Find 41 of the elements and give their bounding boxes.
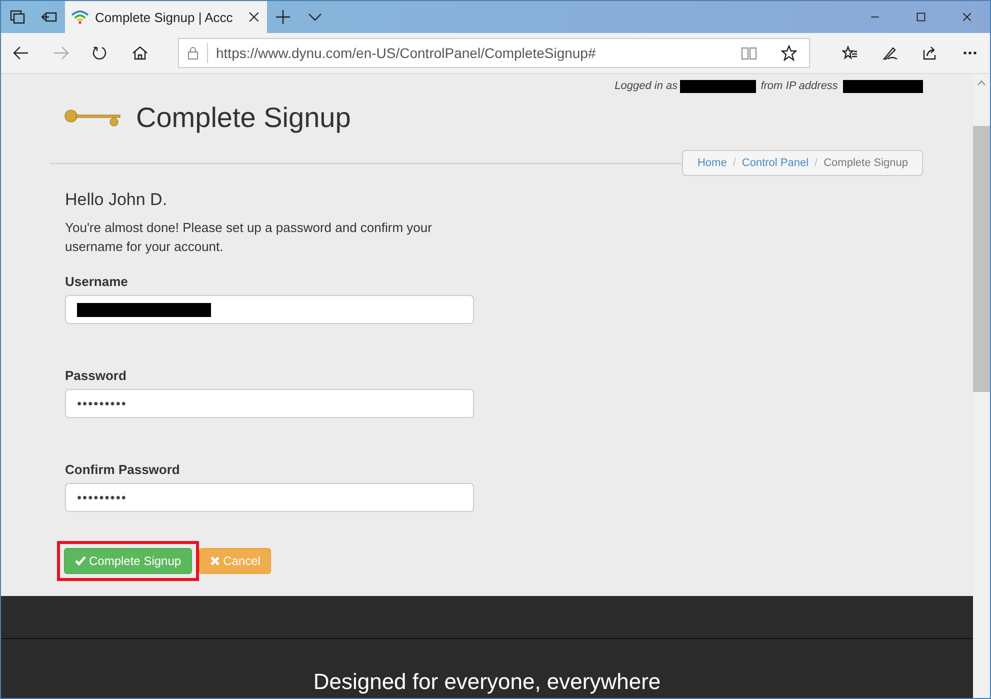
scroll-thumb[interactable] xyxy=(973,126,990,392)
maximize-icon[interactable] xyxy=(915,11,927,23)
intro-text: You're almost done! Please set up a password and confirm your username for your account. xyxy=(65,219,433,256)
scrollbar[interactable] xyxy=(973,74,990,698)
close-icon xyxy=(210,556,220,566)
field-label: Password xyxy=(65,368,128,383)
share-icon[interactable] xyxy=(922,45,938,61)
breadcrumb-current: Complete Signup xyxy=(824,157,908,169)
wifi-icon xyxy=(71,10,89,24)
masked-value: ••••••••• xyxy=(77,490,127,505)
home-icon[interactable] xyxy=(132,45,148,61)
login-notice: from IP address xyxy=(760,80,839,92)
input-field[interactable]: ••••••••• xyxy=(65,483,474,512)
tabs-icon[interactable] xyxy=(9,9,25,25)
key-icon xyxy=(64,108,122,128)
lock-icon xyxy=(187,46,199,60)
close-icon[interactable] xyxy=(247,10,261,24)
browser-tab[interactable]: Complete Signup | Accc xyxy=(65,1,267,33)
address-bar[interactable]: https://www.dynu.com/en-US/ControlPanel/CompleteSignup# xyxy=(178,38,810,68)
star-icon[interactable] xyxy=(781,45,797,61)
field-label: Username xyxy=(65,274,129,289)
breadcrumb-separator: / xyxy=(732,157,736,169)
scroll-up-icon[interactable] xyxy=(977,80,986,86)
favorites-icon[interactable] xyxy=(842,45,858,61)
plus-icon[interactable] xyxy=(275,9,291,25)
input-field[interactable] xyxy=(65,295,474,324)
reading-view-icon[interactable] xyxy=(741,45,757,61)
back-icon[interactable] xyxy=(12,45,29,61)
checkmark-icon xyxy=(75,556,86,566)
field-label: Confirm Password xyxy=(65,462,181,477)
greeting: Hello John D. xyxy=(65,190,168,210)
url-text: https://www.dynu.com/en-US/ControlPanel/CompleteSignup# xyxy=(215,45,597,61)
page-title: Complete Signup xyxy=(136,102,351,134)
refresh-icon[interactable] xyxy=(92,45,108,61)
masked-value: ••••••••• xyxy=(77,396,127,411)
login-notice: Logged in as xyxy=(614,80,678,92)
pen-icon[interactable] xyxy=(882,45,898,61)
footer-tagline: Designed for everyone, everywhere xyxy=(312,669,662,695)
close-icon[interactable] xyxy=(961,11,973,23)
input-field[interactable]: ••••••••• xyxy=(65,389,474,418)
breadcrumb-separator: / xyxy=(814,157,818,169)
